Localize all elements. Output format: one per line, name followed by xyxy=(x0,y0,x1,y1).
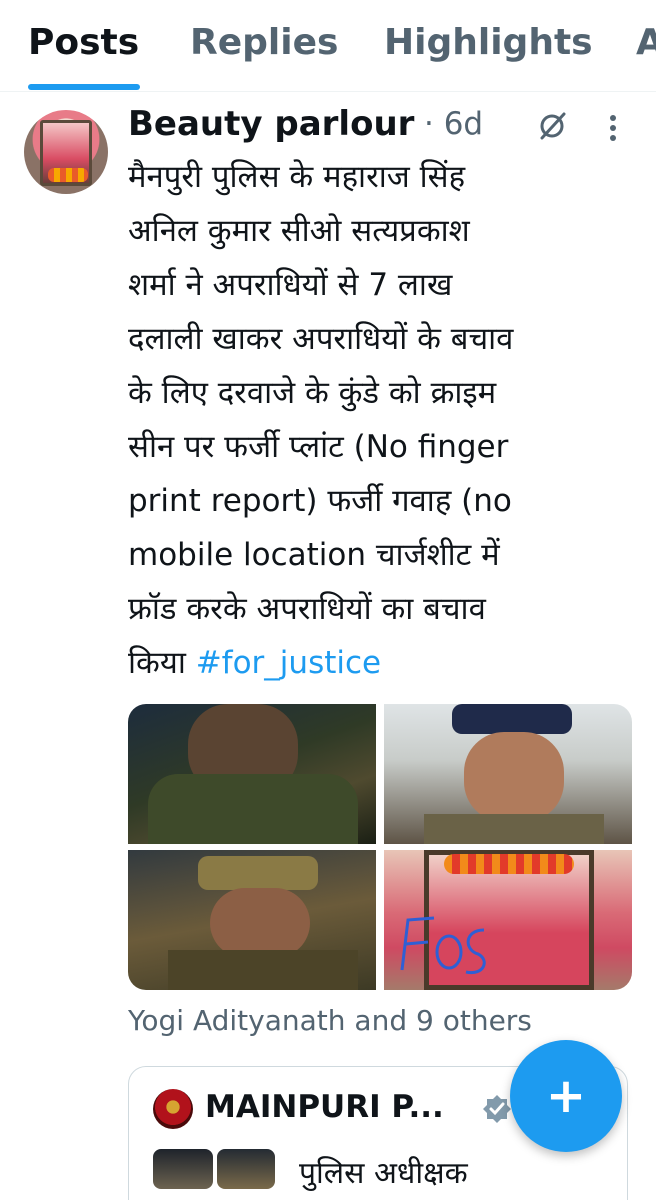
quoted-media-thumb-1 xyxy=(153,1149,213,1189)
tab-replies[interactable]: Replies xyxy=(190,22,338,63)
compose-button[interactable]: + xyxy=(510,1040,622,1152)
grok-icon[interactable] xyxy=(536,110,568,142)
post-text-line: शर्मा ने अपराधियों से 7 लाख xyxy=(128,267,453,303)
hashtag-link[interactable]: #for_justice xyxy=(196,645,381,681)
post-text-line: मैनपुरी पुलिस के महाराज सिंह xyxy=(128,159,466,195)
avatar-flower-garland xyxy=(48,168,88,182)
post-text-line: अनिल कुमार सीओ सत्यप्रकाश xyxy=(128,213,470,249)
post-text-line: फ्रॉड करके अपराधियों का बचाव xyxy=(128,591,486,627)
post-text-line: mobile location चार्जशीट में xyxy=(128,537,500,573)
quoted-post-text: पुलिस अधीक्षक xyxy=(299,1156,468,1191)
author-avatar[interactable] xyxy=(24,110,108,194)
quoted-media-thumb-2 xyxy=(217,1149,275,1189)
media-photo-4[interactable] xyxy=(384,850,632,990)
author-name[interactable]: Beauty parlour xyxy=(128,104,414,144)
tab-posts[interactable]: Posts xyxy=(28,22,139,63)
post-text-line: के लिए दरवाजे के कुंडे को क्राइम xyxy=(128,375,497,411)
profile-tabs: Posts Replies Highlights A xyxy=(0,0,656,92)
tab-articles[interactable]: A xyxy=(636,22,656,63)
media-photo-2[interactable] xyxy=(384,704,632,844)
quoted-author-name: MAINPURI P... xyxy=(205,1089,444,1125)
post-header: Beauty parlour · 6d xyxy=(128,104,638,148)
post-text-line: दलाली खाकर अपराधियों के बचाव xyxy=(128,321,514,357)
media-photo-3[interactable] xyxy=(128,850,376,990)
post-media-grid xyxy=(128,704,632,990)
post-text-prefix: किया xyxy=(128,645,196,681)
post-text-line: print report) फर्जी गवाह (no xyxy=(128,483,512,519)
post-text-line: सीन पर फर्जी प्लांट (No finger xyxy=(128,429,509,465)
verified-badge-icon xyxy=(483,1095,511,1123)
post-text: मैनपुरी पुलिस के महाराज सिंह अनिल कुमार … xyxy=(128,150,628,690)
quoted-author-avatar xyxy=(153,1089,193,1129)
handwritten-mark xyxy=(400,916,486,975)
more-vertical-icon[interactable] xyxy=(598,112,628,144)
tab-highlights[interactable]: Highlights xyxy=(384,22,593,63)
media-photo-1[interactable] xyxy=(128,704,376,844)
post-text-last-line: किया #for_justice xyxy=(128,636,628,690)
active-tab-indicator xyxy=(28,84,140,90)
plus-icon: + xyxy=(545,1068,587,1124)
post-timestamp[interactable]: · 6d xyxy=(424,106,483,142)
liked-by-text[interactable]: Yogi Adityanath and 9 others xyxy=(128,1004,532,1037)
